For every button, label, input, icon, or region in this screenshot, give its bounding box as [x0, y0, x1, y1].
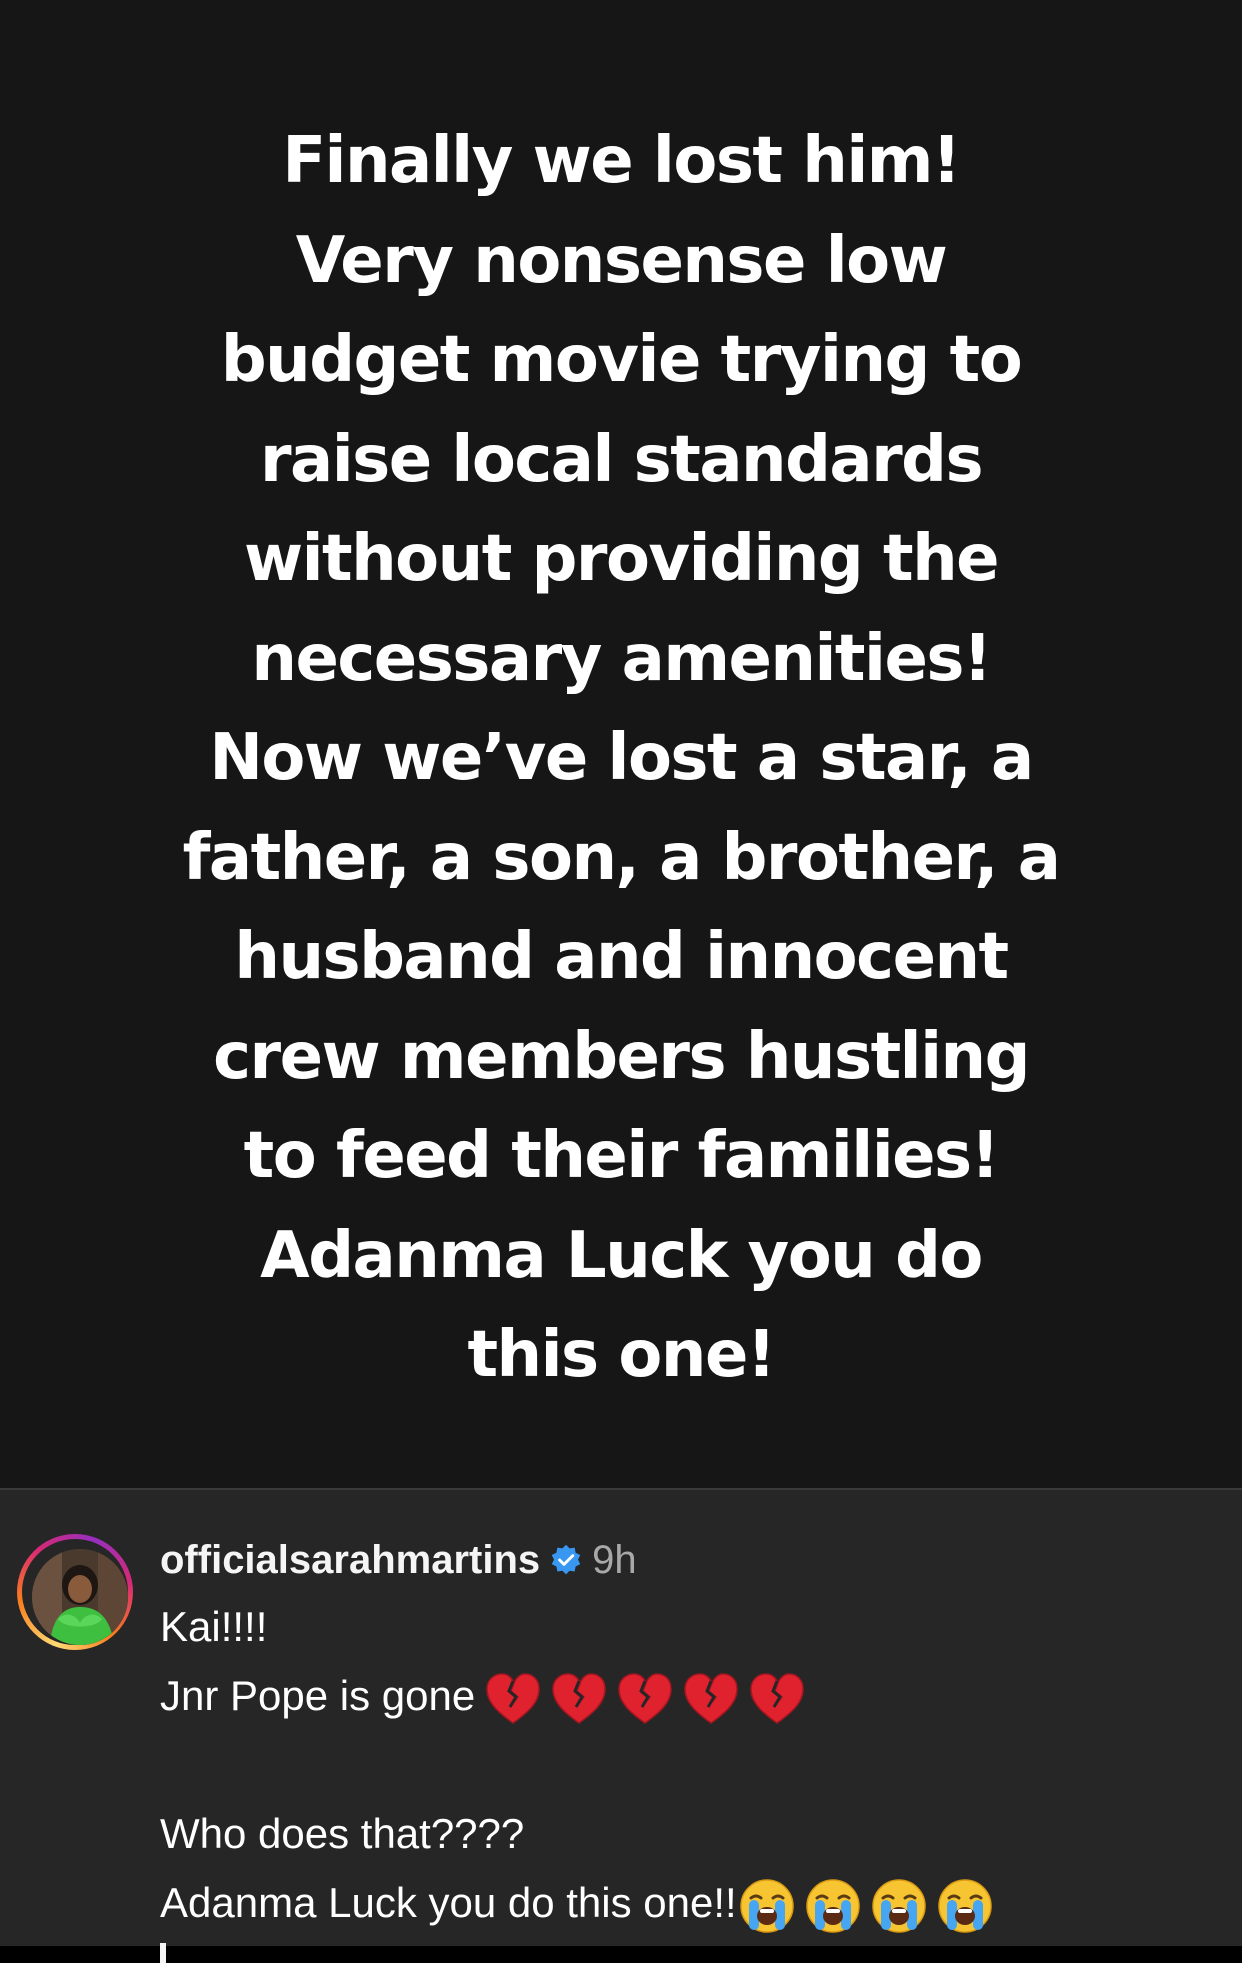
story-line: to feed their families!: [243, 1119, 1000, 1193]
broken-heart-icon: [485, 1673, 541, 1725]
comment-line-with-emoji: Adanma Luck you do this one!!: [160, 1868, 1222, 1937]
broken-heart-icon: [749, 1673, 805, 1725]
story-line: father, a son, a brother, a: [182, 820, 1061, 895]
avatar[interactable]: [32, 1549, 128, 1645]
comment-text: Adanma Luck you do this one!!: [160, 1879, 737, 1926]
clipped-text-fragment: [160, 1937, 1222, 1963]
story-line: Adanma Luck you do: [260, 1218, 983, 1293]
comment: officialsarahmartins 9h Kai!!!! Jnr Pope…: [0, 1490, 1242, 1963]
username[interactable]: officialsarahmartins: [160, 1526, 540, 1595]
broken-heart-icon: [551, 1673, 607, 1725]
story-line: without providing the: [243, 522, 1000, 596]
avatar-image: [32, 1549, 128, 1645]
story-line: necessary amenities!: [251, 621, 992, 696]
comment-line: Kai!!!!: [160, 1603, 268, 1650]
story-line: this one!: [467, 1318, 776, 1392]
story-ring[interactable]: [17, 1534, 133, 1650]
comment-header: officialsarahmartins 9h: [160, 1530, 1222, 1590]
loudly-crying-face-icon: [739, 1878, 795, 1934]
loudly-crying-face-icon: [871, 1878, 927, 1934]
story-line: Finally we lost him!: [282, 124, 961, 198]
comment-body: officialsarahmartins 9h Kai!!!! Jnr Pope…: [160, 1530, 1222, 1963]
story-line: crew members hustling: [213, 1019, 1030, 1094]
story-panel: Finally we lost him! Very nonsense low b…: [0, 0, 1242, 1488]
story-line: budget movie trying to: [220, 323, 1023, 397]
loudly-crying-face-icon: [805, 1878, 861, 1934]
comment-text: Jnr Pope is gone: [160, 1672, 476, 1719]
story-line: Very nonsense low: [295, 223, 948, 298]
story-text: Finally we lost him! Very nonsense low b…: [40, 112, 1202, 1406]
story-line: raise local standards: [259, 422, 984, 497]
verified-badge-icon: [551, 1544, 581, 1575]
loudly-crying-face-icon: [937, 1878, 993, 1934]
timestamp: 9h: [592, 1537, 637, 1582]
comment-line: Who does that????: [160, 1810, 525, 1857]
broken-heart-icon: [617, 1673, 673, 1725]
story-line: Now we’ve lost a star, a: [209, 721, 1034, 795]
story-line: husband and innocent: [234, 920, 1009, 994]
comment-line-with-emoji: Jnr Pope is gone: [160, 1661, 1222, 1730]
broken-heart-icon: [683, 1673, 739, 1725]
